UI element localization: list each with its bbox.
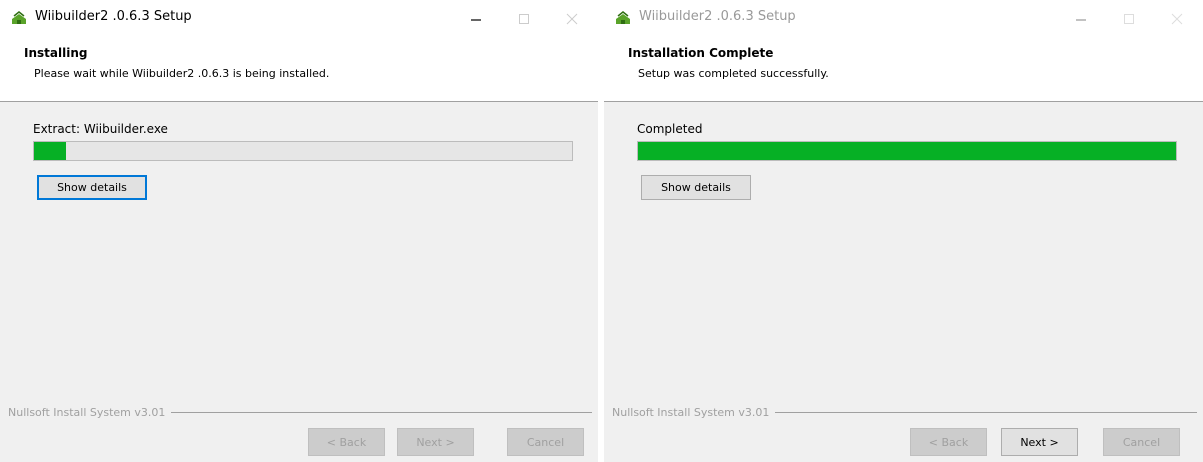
progress-status: Completed (637, 122, 703, 136)
maximize-icon (1124, 13, 1134, 24)
back-button[interactable]: < Back (308, 428, 385, 456)
title-bar[interactable]: Wiibuilder2 .0.6.3 Setup (0, 0, 598, 37)
installer-app-icon (616, 11, 630, 24)
minimize-icon (471, 18, 481, 21)
maximize-button[interactable] (1110, 0, 1148, 37)
next-button[interactable]: Next > (1001, 428, 1078, 456)
next-button[interactable]: Next > (397, 428, 474, 456)
progress-status: Extract: Wiibuilder.exe (33, 122, 168, 136)
maximize-button[interactable] (505, 0, 543, 37)
minimize-button[interactable] (1062, 0, 1100, 37)
cancel-button[interactable]: Cancel (507, 428, 584, 456)
progress-bar (33, 141, 573, 161)
page-title: Installing (24, 46, 88, 60)
maximize-icon (519, 13, 529, 24)
minimize-icon (1076, 18, 1086, 21)
page-header: Installing Please wait while Wiibuilder2… (0, 37, 598, 102)
footer-text: Nullsoft Install System v3.01 (8, 405, 166, 419)
progress-bar (637, 141, 1177, 161)
progress-bar-fill (638, 142, 1176, 160)
footer-divider (171, 412, 592, 413)
footer-branding: Nullsoft Install System v3.01 (612, 404, 1197, 420)
page-header: Installation Complete Setup was complete… (604, 37, 1203, 102)
page-subtitle: Please wait while Wiibuilder2 .0.6.3 is … (34, 67, 330, 80)
footer-branding: Nullsoft Install System v3.01 (8, 404, 592, 420)
progress-bar-fill (34, 142, 67, 160)
close-icon (1171, 13, 1183, 24)
title-bar[interactable]: Wiibuilder2 .0.6.3 Setup (604, 0, 1203, 37)
show-details-button[interactable]: Show details (641, 175, 751, 200)
installer-window-installing: Wiibuilder2 .0.6.3 Setup Installing Plea… (0, 0, 598, 462)
minimize-button[interactable] (457, 0, 495, 37)
close-button[interactable] (553, 0, 591, 37)
close-button[interactable] (1158, 0, 1196, 37)
footer-divider (775, 412, 1197, 413)
page-title: Installation Complete (628, 46, 774, 60)
back-button[interactable]: < Back (910, 428, 987, 456)
window-title: Wiibuilder2 .0.6.3 Setup (639, 9, 796, 24)
close-icon (566, 13, 578, 24)
installer-window-complete: Wiibuilder2 .0.6.3 Setup Installation Co… (604, 0, 1203, 462)
show-details-button[interactable]: Show details (37, 175, 147, 200)
installer-app-icon (12, 11, 26, 24)
page-subtitle: Setup was completed successfully. (638, 67, 829, 80)
window-title: Wiibuilder2 .0.6.3 Setup (35, 9, 192, 24)
footer-text: Nullsoft Install System v3.01 (612, 405, 770, 419)
cancel-button[interactable]: Cancel (1103, 428, 1180, 456)
